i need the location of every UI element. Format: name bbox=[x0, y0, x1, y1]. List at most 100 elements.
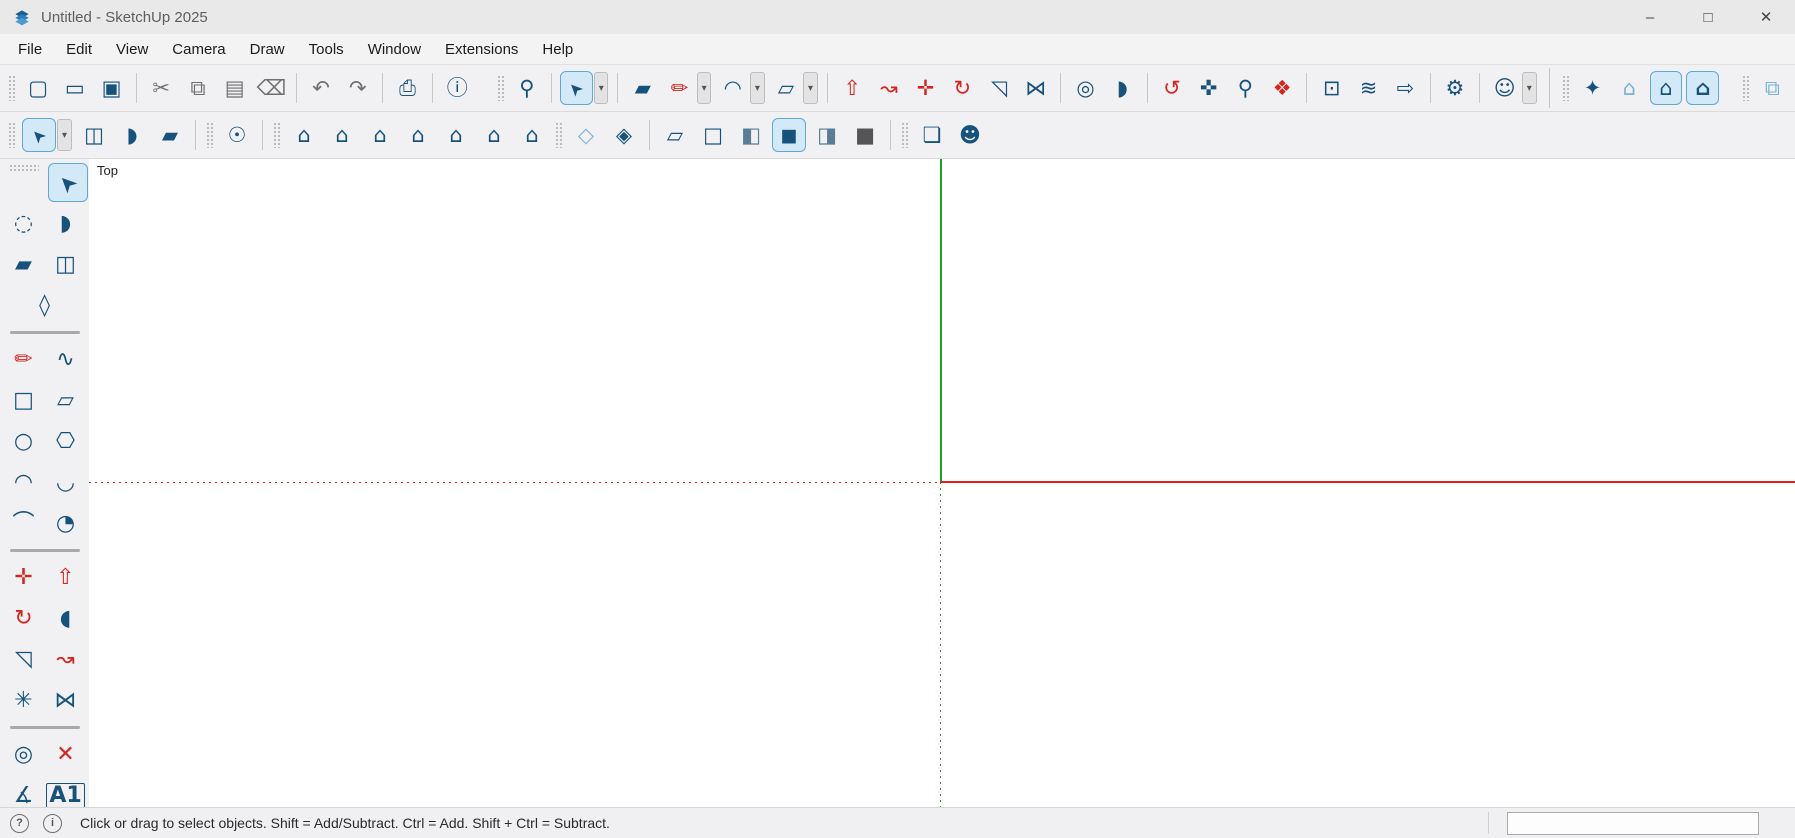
arc-tool-button[interactable]: ◠ bbox=[4, 463, 44, 502]
select-tool-dropdown[interactable]: ▾ bbox=[57, 119, 72, 151]
toolbar-drag-handle[interactable] bbox=[1562, 75, 1570, 101]
menu-item-camera[interactable]: Camera bbox=[160, 37, 237, 62]
move-tool-button[interactable]: ✛ bbox=[4, 558, 44, 597]
menu-item-edit[interactable]: Edit bbox=[54, 37, 104, 62]
toolbar-drag-handle[interactable] bbox=[1742, 75, 1750, 101]
move-tool-button[interactable]: ✛ bbox=[909, 71, 942, 105]
share-model-button[interactable]: ⇨ bbox=[1389, 71, 1422, 105]
undo-button[interactable]: ↶ bbox=[305, 71, 338, 105]
info-icon[interactable]: i bbox=[43, 814, 62, 833]
toolbar-drag-handle[interactable] bbox=[497, 75, 505, 101]
offset-tool-button[interactable]: ◖ bbox=[46, 599, 86, 638]
pan-tool-button[interactable]: ✜ bbox=[1192, 71, 1225, 105]
view-front-button[interactable]: ⌂ bbox=[363, 118, 397, 152]
close-button[interactable]: ✕ bbox=[1737, 0, 1795, 34]
arc-tool-dropdown[interactable]: ▾ bbox=[750, 72, 764, 104]
new-scene-document-button[interactable]: ❏ bbox=[915, 118, 949, 152]
freehand-tool-button[interactable]: ∿ bbox=[46, 340, 86, 379]
zoom-extents-button[interactable]: ❖ bbox=[1266, 71, 1299, 105]
orbit-tool-button[interactable]: ↺ bbox=[1156, 71, 1189, 105]
flip-tool-button[interactable]: ⋈ bbox=[1019, 71, 1052, 105]
open-file-button[interactable]: ▭ bbox=[58, 71, 91, 105]
dimension-tool-button[interactable]: ✕ bbox=[46, 735, 86, 774]
paint-bucket-tool-button[interactable]: ◗ bbox=[115, 118, 149, 152]
add-location-button[interactable]: ☉ bbox=[220, 118, 254, 152]
rotate-tool-button[interactable]: ↻ bbox=[4, 599, 44, 638]
three-point-arc-tool-button[interactable]: ⌒ bbox=[4, 504, 44, 543]
save-file-button[interactable]: ▣ bbox=[95, 71, 128, 105]
redo-button[interactable]: ↷ bbox=[341, 71, 374, 105]
search-button[interactable]: ⚲ bbox=[511, 71, 544, 105]
eraser-tool-button[interactable]: ▰ bbox=[626, 71, 659, 105]
select-tool-button[interactable]: ➤ bbox=[48, 163, 88, 202]
select-tool-button[interactable]: ➤ bbox=[560, 71, 593, 105]
minimize-button[interactable]: – bbox=[1621, 0, 1679, 34]
paint-bucket-tool-button[interactable]: ◗ bbox=[46, 204, 86, 243]
line-tool-dropdown[interactable]: ▾ bbox=[697, 72, 711, 104]
view-top-button[interactable]: ⌂ bbox=[325, 118, 359, 152]
account-dropdown[interactable]: ▾ bbox=[1522, 72, 1536, 104]
scale-tool-button[interactable]: ◹ bbox=[983, 71, 1016, 105]
print-button[interactable]: ⎙ bbox=[391, 71, 424, 105]
selection-copy-button[interactable]: ⧉ bbox=[1756, 71, 1789, 105]
menu-item-window[interactable]: Window bbox=[356, 37, 433, 62]
shaded-mode-button[interactable]: ⌂ bbox=[1650, 71, 1683, 105]
toolbar-drag-handle[interactable] bbox=[273, 122, 281, 148]
face-style-back-edges-button[interactable]: ◈ bbox=[607, 118, 641, 152]
toolbar-drag-handle[interactable] bbox=[9, 164, 39, 172]
cut-button[interactable]: ✂ bbox=[145, 71, 178, 105]
new-file-button[interactable]: ▢ bbox=[22, 71, 55, 105]
face-style-xray-button[interactable]: ◇ bbox=[569, 118, 603, 152]
menu-item-draw[interactable]: Draw bbox=[238, 37, 297, 62]
add-person-button[interactable]: ☻ bbox=[953, 118, 987, 152]
tape-measure-tool-button[interactable]: ◎ bbox=[4, 735, 44, 774]
toolbar-drag-handle[interactable] bbox=[206, 122, 214, 148]
rotated-rectangle-tool-button[interactable]: ▱ bbox=[46, 381, 86, 420]
help-icon[interactable]: ? bbox=[10, 814, 29, 833]
face-style-ambient-occlusion-button[interactable]: ■ bbox=[848, 118, 882, 152]
shape-tool-dropdown[interactable]: ▾ bbox=[803, 72, 817, 104]
push-pull-tool-button[interactable]: ⇧ bbox=[836, 71, 869, 105]
axes-tool-button[interactable]: ✳ bbox=[4, 681, 44, 720]
menu-item-tools[interactable]: Tools bbox=[297, 37, 356, 62]
toolbar-drag-handle[interactable] bbox=[8, 122, 16, 148]
circle-tool-button[interactable]: ○ bbox=[4, 422, 44, 461]
menu-item-view[interactable]: View bbox=[104, 37, 160, 62]
shape-tool-button[interactable]: ▱ bbox=[770, 71, 803, 105]
menu-item-file[interactable]: File bbox=[6, 37, 54, 62]
view-iso-button[interactable]: ⌂ bbox=[287, 118, 321, 152]
zoom-tool-button[interactable]: ⚲ bbox=[1229, 71, 1262, 105]
two-point-arc-tool-button[interactable]: ◡ bbox=[46, 463, 86, 502]
arc-tool-button[interactable]: ◠ bbox=[716, 71, 749, 105]
flip-tool-button[interactable]: ⋈ bbox=[46, 681, 86, 720]
monochrome-mode-button[interactable]: ⌂ bbox=[1686, 71, 1719, 105]
components-button[interactable]: ◫ bbox=[77, 118, 111, 152]
toolbar-drag-handle[interactable] bbox=[8, 75, 16, 101]
toolbar-drag-handle[interactable] bbox=[555, 122, 563, 148]
follow-me-tool-button[interactable]: ↝ bbox=[873, 71, 906, 105]
paint-bucket-tool-button[interactable]: ◗ bbox=[1106, 71, 1139, 105]
toolbar-drag-handle[interactable] bbox=[901, 122, 909, 148]
line-tool-button[interactable]: ✏ bbox=[4, 340, 44, 379]
extension-warehouse-button[interactable]: ≋ bbox=[1352, 71, 1385, 105]
model-info-button[interactable]: ⓘ bbox=[441, 71, 474, 105]
scale-tool-button[interactable]: ◹ bbox=[4, 640, 44, 679]
follow-me-tool-button[interactable]: ↝ bbox=[46, 640, 86, 679]
eraser-tool-button[interactable]: ▰ bbox=[153, 118, 187, 152]
select-tool-button[interactable]: ➤ bbox=[22, 118, 56, 152]
maximize-button[interactable]: □ bbox=[1679, 0, 1737, 34]
lasso-tool-button[interactable]: ◌ bbox=[4, 204, 44, 243]
pie-tool-button[interactable]: ◔ bbox=[46, 504, 86, 543]
menu-item-extensions[interactable]: Extensions bbox=[433, 37, 530, 62]
select-tool-dropdown[interactable]: ▾ bbox=[594, 72, 608, 104]
push-pull-tool-button[interactable]: ⇧ bbox=[46, 558, 86, 597]
face-style-hidden-line-button[interactable]: □ bbox=[696, 118, 730, 152]
view-back-button[interactable]: ⌂ bbox=[439, 118, 473, 152]
view-right-button[interactable]: ⌂ bbox=[401, 118, 435, 152]
compass-view-button[interactable]: ✦ bbox=[1576, 71, 1609, 105]
line-tool-button[interactable]: ✏ bbox=[663, 71, 696, 105]
3d-warehouse-button[interactable]: ⊡ bbox=[1315, 71, 1348, 105]
paste-button[interactable]: ▤ bbox=[218, 71, 251, 105]
delete-button[interactable]: ⌫ bbox=[255, 71, 288, 105]
tag-tool-button[interactable]: ◊ bbox=[25, 286, 65, 325]
